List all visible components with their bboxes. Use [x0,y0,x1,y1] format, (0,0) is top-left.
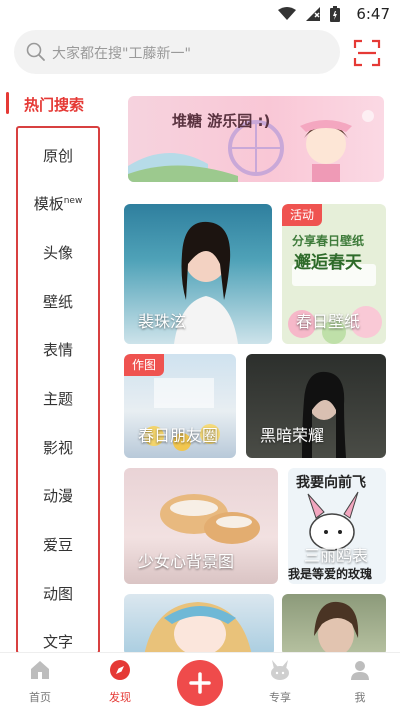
card-badge: 作图 [124,354,165,376]
home-icon [31,661,49,679]
banner-illustration [128,110,374,182]
sidebar-item-label: 壁纸 [42,293,73,311]
card-subline: 邂逅春天 [294,253,362,273]
card-headline: 分享春日壁纸 [292,234,365,248]
status-icons [278,6,340,22]
sidebar-item-label: 头像 [42,244,73,262]
nav-discover[interactable]: 发现 [90,659,150,705]
card-bottom-text: 我是等爱的玫瑰 [288,567,373,581]
status-time: 6:47 [356,5,390,23]
card-bae-joohyun[interactable]: 裴珠泫 [124,204,272,344]
person-icon [351,661,369,680]
add-button[interactable] [177,660,223,706]
card-anime-girl[interactable] [124,594,274,656]
sidebar-item-label: 模板 [33,195,64,213]
banner-title: 堆糖 游乐园 :) [172,112,271,130]
sidebar-item-label: 爱豆 [42,536,73,554]
card-badge: 活动 [282,204,323,226]
nav-label: 专享 [269,691,291,704]
card-spring-wallpaper[interactable]: 分享春日壁纸 邂逅春天 活动 春日壁纸 [282,204,386,344]
sidebar-item-label: 影视 [42,439,73,457]
sidebar-item-idol[interactable]: 爱豆 [18,534,98,555]
new-badge: new [63,196,83,206]
compass-icon [110,660,130,680]
status-bar: 6:47 [0,0,400,28]
nav-exclusive[interactable]: 专享 [250,659,310,705]
card-image [314,601,359,656]
search-input[interactable]: 大家都在搜"工藤新一" [14,30,340,74]
card-sanrio[interactable]: 我要向前飞 三丽鸥表 我是等爱的玫瑰 [288,468,386,584]
sidebar-category-list: 原创 模板new 头像 壁纸 表情 主题 影视 动漫 爱豆 动图 文字 [16,126,100,654]
nav-label: 首页 [29,691,51,704]
nav-me[interactable]: 我 [330,659,390,705]
card-spring-moments[interactable]: 作图 春日朋友圈 [124,354,236,458]
card-the-glory[interactable]: 黑暗荣耀 [246,354,386,458]
scan-icon[interactable] [352,38,382,68]
card-label: 少女心背景图 [138,552,235,571]
card-label: 三丽鸥表 [304,546,369,565]
card-label: 黑暗荣耀 [260,426,325,445]
bunny-icon [271,660,289,680]
sidebar-item-anime[interactable]: 动漫 [18,485,98,506]
sidebar-item-template[interactable]: 模板new [18,193,98,214]
sidebar-item-label: 动图 [42,585,73,603]
plus-icon [189,672,211,694]
nav-label: 发现 [109,691,131,704]
card-top-text: 我要向前飞 [296,475,366,491]
card-label: 春日壁纸 [296,312,361,331]
sidebar-header: 热门搜索 [24,96,85,114]
card-portrait[interactable] [282,594,386,656]
sidebar-item-original[interactable]: 原创 [18,145,98,166]
card-label: 裴珠泫 [138,312,187,331]
sidebar-item-film[interactable]: 影视 [18,437,98,458]
promo-banner[interactable]: 堆糖 游乐园 :) [128,96,384,182]
sidebar-item-emoji[interactable]: 表情 [18,339,98,360]
sidebar-item-label: 原创 [42,147,73,165]
nav-home[interactable]: 首页 [10,659,70,705]
wifi-icon [278,7,296,20]
sidebar-item-label: 表情 [42,341,73,359]
search-icon [26,42,45,61]
sidebar-header-marker [6,92,9,114]
sidebar-item-label: 动漫 [42,487,73,505]
sidebar-item-wallpaper[interactable]: 壁纸 [18,291,98,312]
card-image [144,602,252,656]
nav-label: 我 [354,691,366,704]
sidebar-item-label: 主题 [42,390,73,408]
card-label: 春日朋友圈 [138,426,219,445]
sidebar-item-label: 文字 [42,633,73,651]
search-placeholder: 大家都在搜"工藤新一" [52,46,191,62]
battery-icon [330,6,340,22]
sidebar-item-avatar[interactable]: 头像 [18,242,98,263]
sidebar-item-theme[interactable]: 主题 [18,388,98,409]
sidebar-item-text[interactable]: 文字 [18,631,98,652]
card-girly-background[interactable]: 少女心背景图 [124,468,278,584]
signal-icon [306,7,320,21]
sidebar-item-gif[interactable]: 动图 [18,583,98,604]
